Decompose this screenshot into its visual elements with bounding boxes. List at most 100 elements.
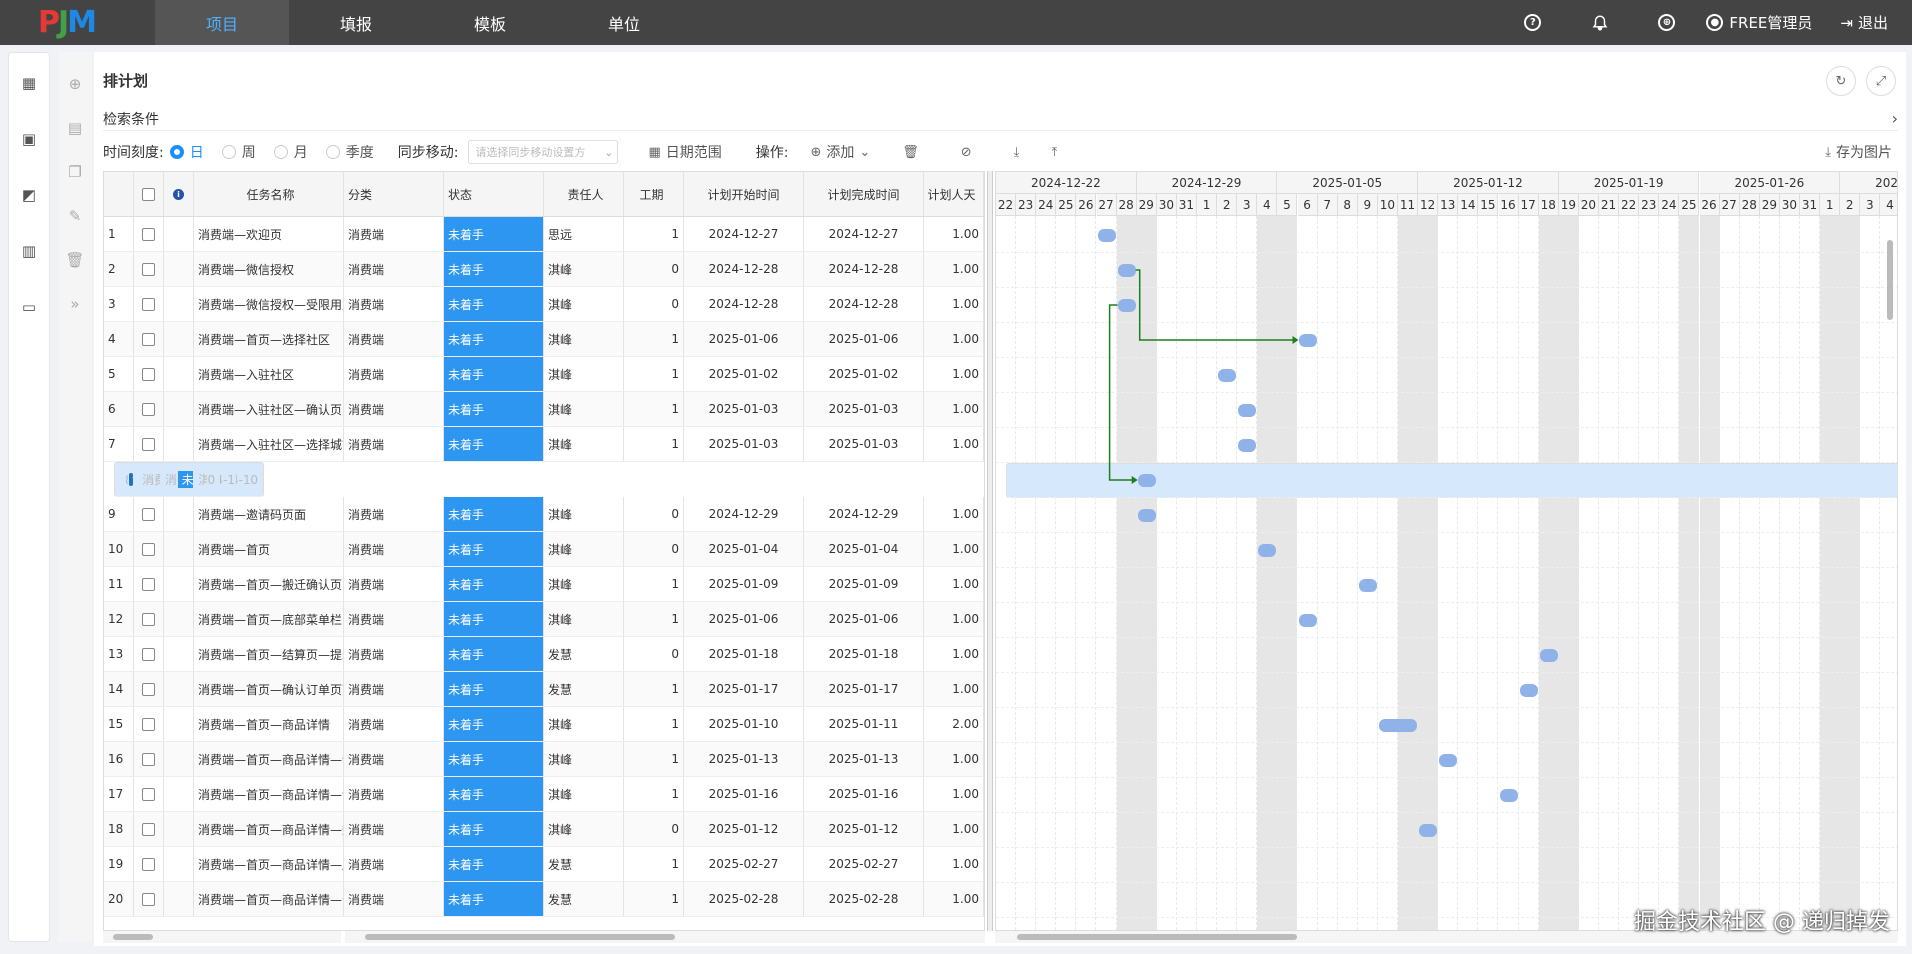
cell-pd[interactable]: 1.00 [924, 602, 984, 636]
cell-pd[interactable]: 1.00 [924, 392, 984, 426]
cell-pd[interactable]: 1.00 [924, 497, 984, 531]
row-checkbox[interactable] [142, 717, 155, 731]
table-row[interactable]: 16 消费端—首页—商品详情—详 消费端 未着手 淇峰 1 2025-01-13 2025-0… [104, 742, 984, 777]
table-row[interactable]: 3 消费端—微信授权—受限用户 消费端 未着手 淇峰 0 2024-12-28 2024-12… [104, 287, 984, 322]
cell-name[interactable]: 消费端—邀请码页面 [194, 497, 344, 531]
cell-pd[interactable]: 1.00 [924, 637, 984, 671]
row-checkbox-cell[interactable] [134, 812, 164, 846]
cell-dur[interactable]: 1 [624, 672, 684, 706]
task-bar[interactable] [1519, 684, 1538, 697]
cell-sd[interactable]: 2025-01-09 [684, 567, 804, 601]
grid-hscroll-left[interactable] [103, 931, 341, 943]
cell-ed[interactable]: 2025-02-28 [804, 882, 924, 916]
table-row[interactable]: 12 消费端—首页—底部菜单栏 消费端 未着手 淇峰 1 2025-01-06 2025-01… [104, 602, 984, 637]
task-bar[interactable] [1137, 474, 1156, 487]
cell-st[interactable]: 未着手 [444, 287, 544, 321]
cell-dur[interactable]: 1 [624, 567, 684, 601]
cell-dur[interactable]: 0 [624, 497, 684, 531]
cell-pd[interactable]: 2.00 [924, 707, 984, 741]
delete-button[interactable]: 🗑 [902, 145, 919, 160]
cell-st[interactable]: 未着手 [444, 217, 544, 251]
cell-own[interactable]: 发慧 [544, 637, 624, 671]
cell-cat[interactable]: 消费端 [344, 357, 444, 391]
row-checkbox[interactable] [142, 297, 155, 311]
row-checkbox[interactable] [142, 647, 155, 661]
cell-sd[interactable]: 2025-01-13 [684, 742, 804, 776]
nav-item[interactable]: 模板 [423, 0, 557, 45]
cell-st[interactable]: 未着手 [444, 252, 544, 286]
cell-own[interactable]: 思远 [544, 217, 624, 251]
cell-sd[interactable]: 2024-12-28 [684, 287, 804, 321]
date-range-button[interactable]: ▦ 日期范围 [648, 142, 721, 162]
nav-item[interactable]: 填报 [289, 0, 423, 45]
save-image-button[interactable]: ⤓ 存为图片 [1825, 142, 1892, 162]
trash-icon[interactable]: 🗑 [58, 238, 92, 282]
cell-pd[interactable]: 1.00 [251, 472, 264, 487]
cell-st[interactable]: 未着手 [444, 847, 544, 881]
cell-dur[interactable]: 0 [624, 252, 684, 286]
document-icon[interactable]: ▤ [58, 106, 92, 150]
col-header[interactable]: 计划完成时间 [804, 172, 924, 216]
row-checkbox-cell[interactable] [134, 287, 164, 321]
cell-ed[interactable]: 2025-01-03 [804, 392, 924, 426]
row-checkbox[interactable] [129, 473, 133, 486]
row-checkbox-cell[interactable] [134, 637, 164, 671]
col-header[interactable]: 任务名称 [194, 172, 344, 216]
task-bar[interactable] [1419, 824, 1438, 837]
cell-name[interactable]: 消费端—入驻社区—选择城市 [194, 427, 344, 461]
table-row[interactable]: 10 消费端—首页 消费端 未着手 淇峰 0 2025-01-04 2025-01-04 1.0… [104, 532, 984, 567]
cell-st[interactable]: 未着手 [444, 882, 544, 916]
cell-name[interactable]: 消费端—首页—确认订单页面 [194, 672, 344, 706]
cell-own[interactable]: 淇峰 [194, 471, 209, 488]
app-logo[interactable]: PJM [0, 0, 155, 45]
cell-dur[interactable]: 1 [624, 602, 684, 636]
row-checkbox[interactable] [142, 577, 155, 591]
cell-own[interactable]: 淇峰 [544, 742, 624, 776]
cell-own[interactable]: 淇峰 [544, 707, 624, 741]
scale-week-radio[interactable]: 周 [221, 142, 256, 162]
cell-st[interactable]: 未着手 [444, 427, 544, 461]
cell-name[interactable]: 消费端—首页—结算页—提示 [194, 637, 344, 671]
cell-cat[interactable]: 消费端 [344, 847, 444, 881]
table-row[interactable]: 15 消费端—首页—商品详情 消费端 未着手 淇峰 1 2025-01-10 2025-01-… [104, 707, 984, 742]
cell-st[interactable]: 未着手 [444, 357, 544, 391]
row-checkbox[interactable] [142, 752, 155, 766]
cell-sd[interactable]: 2025-01-02 [684, 357, 804, 391]
row-checkbox-cell[interactable] [134, 532, 164, 566]
cell-dur[interactable]: 1 [624, 707, 684, 741]
cell-dur[interactable]: 1 [624, 392, 684, 426]
table-row[interactable]: 2 消费端—微信授权 消费端 未着手 淇峰 0 2024-12-28 2024-12-28 1.… [104, 252, 984, 287]
task-bar[interactable] [1539, 649, 1558, 662]
table-row[interactable]: 6 消费端—入驻社区—确认页 消费端 未着手 淇峰 1 2025-01-03 2025-01-… [104, 392, 984, 427]
row-checkbox[interactable] [142, 437, 155, 451]
cell-name[interactable]: 消费端—入驻社区 [194, 357, 344, 391]
cell-st[interactable]: 未着手 [444, 567, 544, 601]
cell-st[interactable]: 未着手 [444, 742, 544, 776]
fullscreen-button[interactable]: ⤢ [1866, 66, 1896, 96]
task-bar[interactable] [1238, 404, 1257, 417]
table-row[interactable]: 17 消费端—首页—商品详情—评 消费端 未着手 淇峰 1 2025-01-16 2025-0… [104, 777, 984, 812]
logout-button[interactable]: ⇥ 退出 [1840, 12, 1888, 33]
row-checkbox[interactable] [142, 367, 155, 381]
cell-ed[interactable]: 2025-01-06 [804, 322, 924, 356]
cell-cat[interactable]: 消费端 [344, 322, 444, 356]
cell-st[interactable]: 未着手 [444, 322, 544, 356]
upload-button[interactable]: ⤒ [1051, 145, 1057, 160]
cell-pd[interactable]: 1.00 [924, 742, 984, 776]
row-checkbox-cell[interactable] [134, 427, 164, 461]
row-checkbox-cell[interactable] [134, 497, 164, 531]
table-row[interactable]: 11 消费端—首页—搬迁确认页 消费端 未着手 淇峰 1 2025-01-09 2025-01… [104, 567, 984, 602]
cell-name[interactable]: 消费端—首页—商品详情 [194, 707, 344, 741]
cell-pd[interactable]: 1.00 [924, 217, 984, 251]
cell-sd[interactable]: 2025-01-18 [684, 637, 804, 671]
scale-quarter-radio[interactable]: 季度 [325, 142, 374, 162]
table-row[interactable]: 7 消费端—入驻社区—选择城市 消费端 未着手 淇峰 1 2025-01-03 2025-01… [104, 427, 984, 462]
refresh-button[interactable]: ↻ [1826, 66, 1856, 96]
check-button[interactable]: ⊘ [961, 145, 972, 160]
add-circle-icon[interactable]: ⊕ [58, 62, 92, 106]
cell-ed[interactable]: 2025-01-11 [804, 707, 924, 741]
gantt-vscroll[interactable] [1885, 220, 1895, 920]
cell-pd[interactable]: 1.00 [924, 532, 984, 566]
cell-st[interactable]: 未着手 [177, 471, 195, 488]
user-menu[interactable]: ● FREE管理员 [1706, 12, 1812, 33]
